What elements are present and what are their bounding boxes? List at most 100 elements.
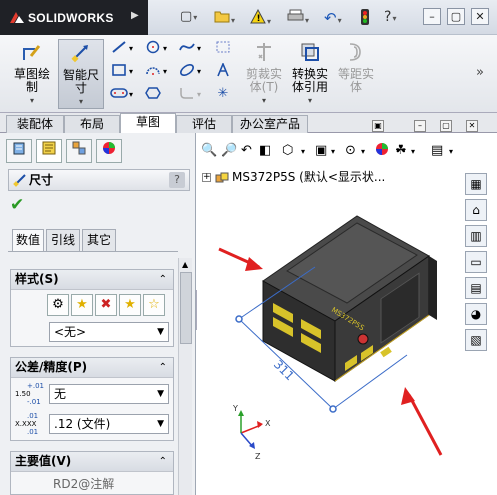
ribbon-expand-icon[interactable]: »	[476, 65, 484, 80]
feature-tree-root[interactable]: + MS372P5S (默认<显示状...	[202, 168, 385, 185]
apply-scene-icon[interactable]: ☘	[395, 143, 407, 158]
tab-layout[interactable]: 布局	[64, 115, 120, 133]
open-icon[interactable]: ▾	[214, 9, 235, 27]
dimension-text[interactable]: 311	[271, 357, 297, 383]
text-sketch-icon[interactable]	[214, 61, 232, 79]
tab-office-products[interactable]: 办公室产品	[232, 115, 308, 133]
style-select[interactable]: <无> ▼	[49, 322, 169, 342]
chevron-down-icon[interactable]: ▾	[331, 147, 335, 156]
convert-entities-button[interactable]: 转换实 体引用 ▾	[288, 41, 332, 109]
solidworks-logo[interactable]: SOLIDWORKS ▶	[0, 0, 148, 35]
scrollbar-thumb[interactable]	[180, 272, 192, 344]
chevron-down-icon[interactable]: ▾	[411, 147, 415, 156]
circle-icon[interactable]	[144, 40, 162, 56]
offset-entities-button[interactable]: 等距实 体	[334, 41, 378, 109]
panel-scrollbar[interactable]: ▲	[178, 258, 192, 495]
collapse-icon[interactable]: ⌃	[159, 270, 167, 289]
trim-entities-button[interactable]: 剪裁实 体(T) ▾	[242, 41, 286, 109]
ellipse-icon[interactable]	[178, 63, 196, 79]
polygon-icon[interactable]	[144, 86, 162, 102]
arc-icon[interactable]	[144, 63, 162, 79]
collapse-icon[interactable]: ⌃	[159, 358, 167, 377]
expand-icon[interactable]: +	[202, 173, 211, 182]
delete-style-icon[interactable]: ✖	[95, 294, 117, 316]
new-icon[interactable]: ▢▾	[180, 9, 197, 27]
style-group-header[interactable]: 样式(S) ⌃	[11, 270, 173, 290]
primary-value-header[interactable]: 主要值(V) ⌃	[11, 452, 173, 472]
line-icon[interactable]	[110, 40, 128, 56]
appearances-icon[interactable]: ◕	[465, 303, 487, 325]
tab-evaluate[interactable]: 评估	[176, 115, 232, 133]
tolerance-group-header[interactable]: 公差/精度(P) ⌃	[11, 358, 173, 378]
restore-button[interactable]: ▢	[447, 8, 465, 25]
help-button[interactable]: ?	[169, 172, 185, 188]
scroll-up-icon[interactable]: ▲	[182, 260, 188, 269]
precision-select[interactable]: .12 (文件) ▼	[49, 414, 169, 434]
add-style-icon[interactable]: ★	[71, 294, 93, 316]
tolerance-type-select[interactable]: 无 ▼	[49, 384, 169, 404]
chevron-down-icon[interactable]: ▾	[301, 147, 305, 156]
solidworks-resources-icon[interactable]: ▦	[465, 173, 487, 195]
tab-assembly[interactable]: 装配体	[6, 115, 64, 133]
chevron-down-icon[interactable]: ▾	[163, 44, 167, 53]
chevron-down-icon[interactable]: ▾	[449, 147, 453, 156]
hide-show-items-icon[interactable]: ⊙	[345, 143, 356, 158]
view-orientation-icon[interactable]: ⬡	[282, 143, 293, 158]
tab-leaders[interactable]: 引线	[46, 229, 80, 251]
fillet-icon[interactable]	[178, 86, 196, 102]
chevron-down-icon[interactable]: ▾	[197, 67, 201, 76]
tab-value[interactable]: 数值	[12, 229, 44, 251]
custom-properties-icon[interactable]: ▧	[465, 329, 487, 351]
logo-menu-arrow-icon[interactable]: ▶	[131, 10, 139, 21]
undo-icon[interactable]: ↶▾	[324, 9, 342, 27]
graphics-area[interactable]: 🔍 🔎 ↶ ◧ ⬡ ▾ ▣ ▾ ⊙ ▾ ☘ ▾ ▤ ▾ + MS372P5S (默…	[197, 133, 497, 495]
spline-icon[interactable]	[178, 40, 196, 56]
print-icon[interactable]: ▾	[287, 9, 309, 27]
primary-value-field[interactable]: RD2@注解	[49, 475, 169, 495]
minimize-button[interactable]: –	[423, 8, 441, 25]
smart-dimension-button[interactable]: 智能尺 寸 ▾	[58, 39, 104, 109]
model-viewport[interactable]: MS372P5S 311 X Y Z	[197, 193, 465, 495]
load-style-icon[interactable]: ☆	[143, 294, 165, 316]
construction-geometry-icon[interactable]	[214, 40, 232, 56]
rebuild-icon[interactable]: ! ▾	[250, 8, 271, 27]
save-style-icon[interactable]: ★	[119, 294, 141, 316]
view-palette-icon[interactable]: ▤	[465, 277, 487, 299]
apply-default-style-icon[interactable]: ⚙	[47, 294, 69, 316]
graphics-close-button[interactable]: ✕	[466, 120, 478, 132]
tab-sketch[interactable]: 草图	[120, 113, 176, 134]
slot-icon[interactable]	[110, 86, 128, 102]
display-style-icon[interactable]: ▣	[315, 143, 327, 158]
chevron-down-icon[interactable]: ▾	[197, 44, 201, 53]
help-icon[interactable]: ?▾	[384, 9, 396, 27]
chevron-down-icon[interactable]: ▾	[163, 67, 167, 76]
feature-manager-tab-icon[interactable]	[6, 139, 32, 163]
file-explorer-icon[interactable]: ▭	[465, 251, 487, 273]
property-manager-tab-icon[interactable]	[36, 139, 62, 163]
collapse-icon[interactable]: ⌃	[159, 452, 167, 471]
configuration-manager-tab-icon[interactable]	[66, 139, 92, 163]
chevron-down-icon[interactable]: ▾	[129, 67, 133, 76]
close-button[interactable]: ✕	[471, 8, 489, 25]
zoom-to-fit-icon[interactable]: 🔍	[201, 143, 217, 158]
design-library-icon[interactable]: ▥	[465, 225, 487, 247]
graphics-restore-button[interactable]: ▢	[440, 120, 452, 132]
tab-other[interactable]: 其它	[82, 229, 116, 251]
traffic-light-icon[interactable]	[360, 9, 370, 27]
zoom-to-area-icon[interactable]: 🔎	[221, 143, 237, 158]
rectangle-icon[interactable]	[110, 63, 128, 79]
chevron-down-icon[interactable]: ▾	[197, 90, 201, 99]
connector-part[interactable]: MS372P5S	[262, 215, 437, 382]
home-icon[interactable]: ⌂	[465, 199, 487, 221]
chevron-down-icon[interactable]: ▾	[361, 147, 365, 156]
sketch-button[interactable]: 草图绘 制 ▾	[10, 41, 54, 109]
view-settings-icon[interactable]: ▤	[431, 143, 443, 158]
point-icon[interactable]: ✳	[214, 86, 232, 102]
section-view-icon[interactable]: ◧	[259, 143, 271, 158]
edit-appearance-icon[interactable]	[375, 142, 389, 160]
graphics-minimize-button[interactable]: –	[414, 120, 426, 132]
chevron-down-icon[interactable]: ▾	[129, 90, 133, 99]
tile-window-button[interactable]: ▣	[372, 120, 384, 132]
previous-view-icon[interactable]: ↶	[241, 143, 252, 158]
ok-check-icon[interactable]: ✔	[10, 195, 24, 215]
